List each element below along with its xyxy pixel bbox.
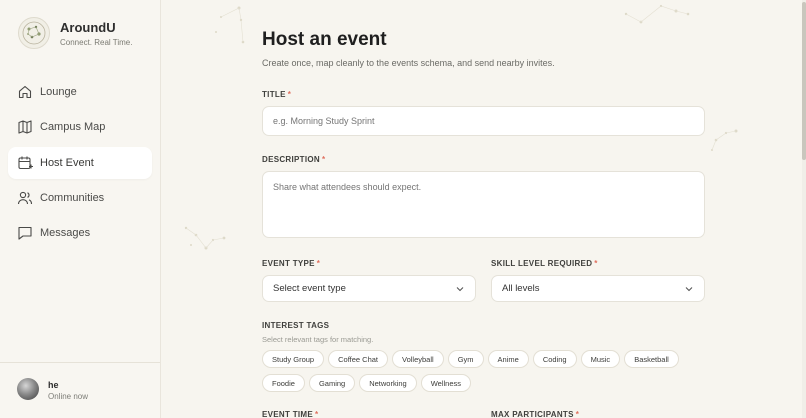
event-type-value: Select event type bbox=[273, 283, 346, 294]
tag-chip[interactable]: Gaming bbox=[308, 374, 356, 392]
chevron-down-icon bbox=[455, 284, 465, 294]
sidebar-item-label: Host Event bbox=[40, 156, 94, 169]
event-type-label-text: EVENT TYPE bbox=[262, 259, 315, 268]
tag-chip[interactable]: Anime bbox=[487, 350, 529, 368]
sidebar-item-label: Messages bbox=[40, 227, 91, 240]
brand-name: AroundU bbox=[60, 19, 116, 35]
skill-level-select[interactable]: All levels bbox=[491, 275, 705, 302]
brand-tagline: Connect. Real Time. bbox=[60, 37, 133, 47]
map-icon bbox=[17, 119, 33, 135]
tag-chip[interactable]: Foodie bbox=[262, 374, 305, 392]
tag-chip[interactable]: Volleyball bbox=[392, 350, 444, 368]
scrollbar-thumb[interactable] bbox=[802, 2, 806, 160]
scrollbar[interactable] bbox=[802, 0, 806, 418]
required-marker: * bbox=[321, 155, 326, 164]
event-time-label-text: EVENT TIME bbox=[262, 410, 314, 418]
interest-tags-label: INTEREST TAGS bbox=[262, 321, 330, 330]
tag-chip[interactable]: Gym bbox=[447, 350, 484, 368]
sidebar-item-label: Campus Map bbox=[40, 121, 106, 134]
interest-tags-list: Study Group Coffee Chat Volleyball Gym Anime… bbox=[262, 349, 732, 397]
main-content: Host an event Create once, map cleanly t… bbox=[161, 0, 802, 418]
home-icon bbox=[17, 84, 33, 100]
user-name: he bbox=[48, 380, 59, 390]
user-status: Online now bbox=[48, 392, 89, 401]
tag-chip[interactable]: Coffee Chat bbox=[328, 350, 388, 368]
title-label: TITLE * bbox=[262, 90, 291, 99]
brand[interactable]: AroundU Connect. Real Time. bbox=[18, 17, 132, 49]
calendar-plus-icon bbox=[17, 155, 33, 171]
sidebar: AroundU Connect. Real Time. Lounge Campu… bbox=[0, 0, 161, 418]
event-type-select[interactable]: Select event type bbox=[262, 275, 476, 302]
sidebar-nav: Lounge Campus Map Host Event Communities… bbox=[8, 76, 152, 252]
skill-level-label-text: SKILL LEVEL REQUIRED bbox=[491, 259, 593, 268]
sidebar-item-campus-map[interactable]: Campus Map bbox=[8, 111, 152, 143]
avatar bbox=[17, 378, 39, 400]
tag-chip[interactable]: Music bbox=[580, 350, 621, 368]
sidebar-item-lounge[interactable]: Lounge bbox=[8, 76, 152, 108]
tag-chip[interactable]: Basketball bbox=[624, 350, 679, 368]
tag-chip[interactable]: Coding bbox=[532, 350, 577, 368]
description-label-text: DESCRIPTION bbox=[262, 155, 320, 164]
page-subtitle: Create once, map cleanly to the events s… bbox=[262, 58, 555, 68]
required-marker: * bbox=[594, 259, 598, 268]
required-marker: * bbox=[315, 410, 319, 418]
page-title: Host an event bbox=[262, 29, 387, 50]
chevron-down-icon bbox=[684, 284, 694, 294]
sidebar-item-label: Lounge bbox=[40, 86, 77, 98]
max-participants-label-text: MAX PARTICIPANTS bbox=[491, 410, 574, 418]
user-profile[interactable]: he Online now bbox=[0, 362, 160, 418]
tag-chip[interactable]: Wellness bbox=[420, 374, 472, 392]
sidebar-item-communities[interactable]: Communities bbox=[8, 182, 152, 214]
sidebar-item-label: Communities bbox=[40, 191, 105, 204]
required-marker: * bbox=[316, 259, 321, 268]
event-time-label: EVENT TIME * bbox=[262, 410, 318, 418]
tag-chip[interactable]: Networking bbox=[359, 374, 417, 392]
tag-chip[interactable]: Study Group bbox=[262, 350, 325, 368]
skill-level-label: SKILL LEVEL REQUIRED * bbox=[491, 259, 598, 268]
description-textarea[interactable] bbox=[262, 171, 705, 238]
required-marker: * bbox=[575, 410, 580, 418]
sidebar-item-messages[interactable]: Messages bbox=[8, 217, 152, 249]
event-type-label: EVENT TYPE * bbox=[262, 259, 320, 268]
sidebar-item-host-event[interactable]: Host Event bbox=[8, 146, 152, 179]
users-icon bbox=[17, 190, 33, 206]
description-label: DESCRIPTION * bbox=[262, 155, 325, 164]
constellation-globe-icon bbox=[18, 17, 50, 49]
interest-tags-helper: Select relevant tags for matching. bbox=[262, 335, 374, 344]
required-marker: * bbox=[287, 90, 292, 99]
chat-icon bbox=[17, 225, 33, 241]
max-participants-label: MAX PARTICIPANTS * bbox=[491, 410, 579, 418]
skill-level-value: All levels bbox=[502, 283, 540, 294]
title-input[interactable] bbox=[262, 106, 705, 136]
title-label-text: TITLE bbox=[262, 90, 286, 99]
